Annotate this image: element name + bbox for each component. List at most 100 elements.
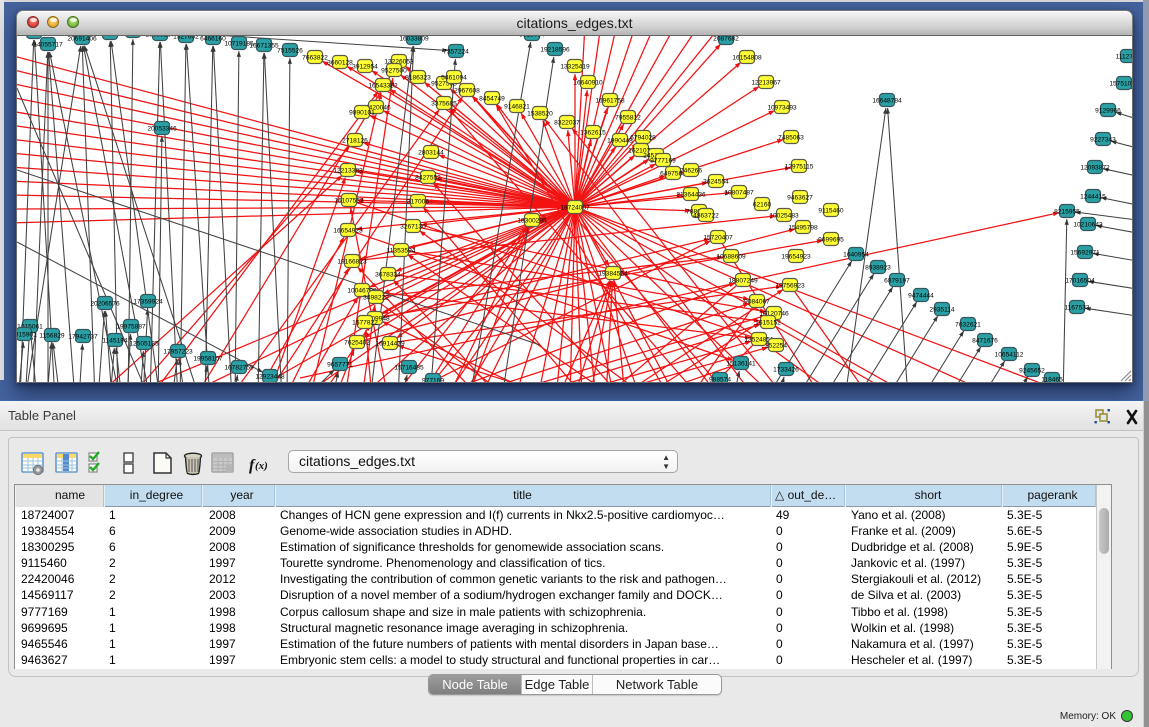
svg-text:10807487: 10807487 [724,190,754,197]
svg-text:12213967: 12213967 [751,80,781,87]
svg-text:18300295: 18300295 [19,36,49,37]
svg-text:2069141: 2069141 [97,36,123,38]
svg-text:20053346: 20053346 [147,126,177,133]
svg-text:8938923: 8938923 [865,265,891,272]
svg-text:8427552: 8427552 [415,175,441,182]
svg-text:8813054: 8813054 [519,36,545,39]
svg-text:21364436: 21364436 [676,192,706,199]
svg-text:14055717: 14055717 [33,42,63,49]
svg-text:9890101: 9890101 [349,110,375,117]
svg-text:16961758: 16961758 [595,98,625,105]
svg-text:252254: 252254 [765,343,787,350]
svg-text:9777169: 9777169 [650,158,676,165]
svg-text:4863722: 4863722 [693,213,719,220]
svg-text:9146821: 9146821 [504,104,530,111]
svg-text:7515526: 7515526 [277,48,303,55]
svg-text:317006: 317006 [407,199,429,206]
svg-text:2935114: 2935114 [929,307,955,314]
svg-text:19654923: 19654923 [781,254,811,261]
svg-text:9115460: 9115460 [818,208,844,215]
svg-text:16640910: 16640910 [573,80,603,87]
svg-text:10025483: 10025483 [769,213,799,220]
svg-text:10973493: 10973493 [767,105,797,112]
svg-text:12093872: 12093872 [1080,165,1110,172]
svg-text:10688609: 10688609 [716,254,746,261]
svg-text:10655267: 10655267 [145,36,175,39]
svg-text:62160: 62160 [753,202,772,209]
svg-text:9315901: 9315901 [17,332,37,339]
svg-text:8322037: 8322037 [554,120,580,127]
svg-text:7632621: 7632621 [955,322,981,329]
svg-text:6794028: 6794028 [630,135,656,142]
svg-text:9245652: 9245652 [1019,368,1045,375]
svg-text:17359924: 17359924 [133,299,163,306]
svg-text:12923448: 12923448 [255,374,285,381]
svg-text:1527602: 1527602 [173,36,199,41]
svg-text:19756923: 19756923 [775,283,805,290]
svg-text:2803144: 2803144 [418,150,444,157]
svg-text:18724007: 18724007 [560,205,590,212]
svg-text:3912954: 3912954 [352,64,378,71]
svg-text:9699695: 9699695 [818,237,844,244]
svg-text:9084067: 9084067 [744,299,770,306]
svg-text:7625402: 7625402 [344,340,370,347]
svg-text:3678334: 3678334 [375,272,401,279]
svg-text:5461094: 5461094 [441,75,467,82]
svg-text:15495798: 15495798 [788,225,818,232]
svg-text:746266: 746266 [680,168,702,175]
svg-text:20206576: 20206576 [90,301,120,308]
svg-text:19975887: 19975887 [116,324,146,331]
svg-text:15751074: 15751074 [1109,81,1133,88]
svg-text:1112704: 1112704 [1116,54,1133,61]
svg-text:20691406: 20691406 [67,36,97,43]
svg-text:977169: 977169 [422,378,444,384]
svg-text:9227343: 9227343 [1090,137,1116,144]
svg-text:13325419: 13325419 [560,64,590,71]
svg-text:1538520: 1538520 [527,111,553,118]
svg-text:19218596: 19218596 [540,47,570,54]
svg-text:10654112: 10654112 [995,352,1024,359]
svg-text:1640954: 1640954 [843,252,869,259]
svg-text:18300295: 18300295 [517,218,547,225]
svg-text:8454749: 8454749 [479,96,505,103]
svg-text:16033809: 16033809 [399,36,429,43]
svg-text:9463627: 9463627 [787,195,813,202]
svg-text:16914479: 16914479 [375,341,405,348]
svg-text:11353594: 11353594 [387,248,416,255]
svg-text:1577822: 1577822 [352,320,378,327]
svg-text:10210643: 10210643 [1073,222,1103,229]
svg-text:15692971: 15692971 [1070,250,1100,257]
svg-text:3375685: 3375685 [431,101,457,108]
svg-text:16107553: 16107553 [334,198,364,205]
svg-text:16543382: 16543382 [368,83,398,90]
svg-text:7485063: 7485063 [778,135,804,142]
svg-text:17957223: 17957223 [163,349,193,356]
svg-text:9474444: 9474444 [908,293,934,300]
svg-text:2087682: 2087682 [713,36,739,43]
svg-text:12505135: 12505135 [129,341,159,348]
svg-text:1156829: 1156829 [39,333,65,340]
svg-text:6466160: 6466160 [200,36,226,43]
svg-text:16671355: 16671355 [249,43,279,50]
svg-text:118465: 118465 [1041,377,1063,384]
svg-text:7357224: 7357224 [443,49,469,56]
svg-text:1167533: 1167533 [1064,305,1090,312]
svg-text:16654923: 16654923 [333,228,363,235]
svg-text:16648784: 16648784 [872,98,902,105]
svg-text:18807249: 18807249 [728,278,758,285]
svg-text:1615152: 1615152 [755,320,781,327]
svg-text:1733426: 1733426 [773,367,799,374]
svg-text:19166823: 19166823 [337,259,367,266]
svg-text:17942737: 17942737 [68,334,98,341]
svg-text:7955812: 7955812 [615,115,641,122]
svg-text:19958107: 19958107 [193,356,223,363]
svg-text:15716485: 15716485 [394,365,424,372]
svg-text:12975115: 12975115 [785,164,814,171]
svg-text:2967608: 2967608 [454,88,480,95]
svg-text:16782759: 16782759 [224,365,254,372]
svg-text:8215955: 8215955 [1054,209,1080,216]
svg-text:8471676: 8471676 [972,338,998,345]
svg-text:(x): (x) [255,460,268,472]
svg-text:3498222: 3498222 [363,295,389,302]
svg-text:16154808: 16154808 [732,55,762,62]
